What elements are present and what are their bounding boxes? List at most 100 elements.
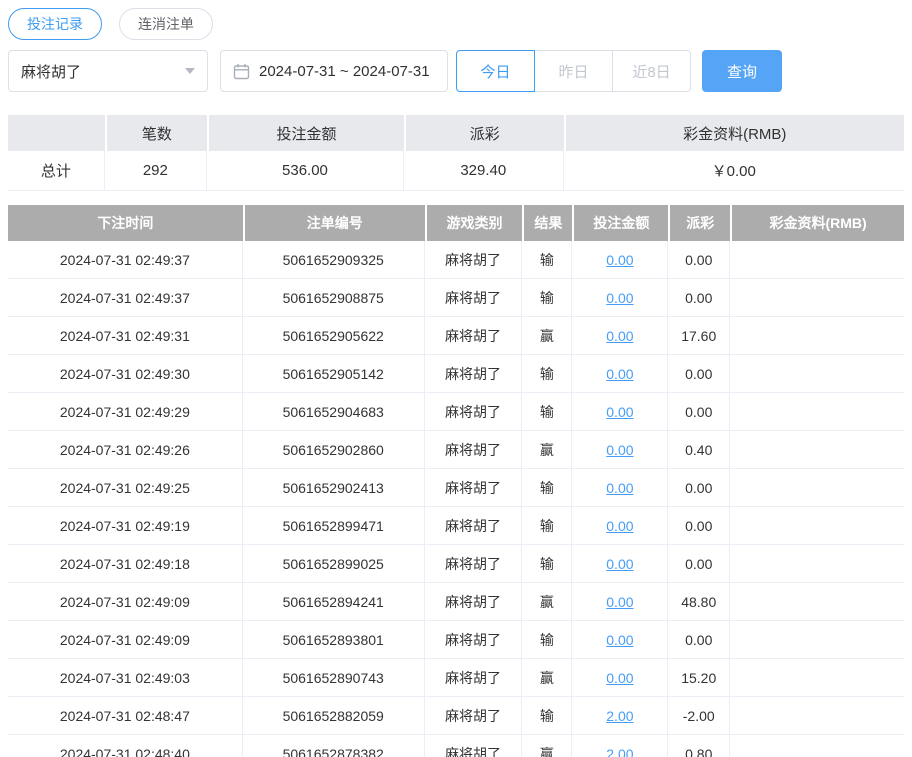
cell-result: 输 (522, 355, 573, 393)
cell-game-type: 麻将胡了 (424, 469, 523, 507)
last-8-days-button[interactable]: 近8日 (612, 50, 691, 92)
cell-result: 赢 (522, 659, 573, 697)
search-button[interactable]: 查询 (702, 50, 782, 92)
summary-total-payout: 329.40 (404, 151, 564, 191)
yesterday-button[interactable]: 昨日 (534, 50, 613, 92)
cell-bonus (730, 355, 904, 393)
cell-result: 输 (522, 507, 573, 545)
cell-payout: 0.40 (668, 431, 731, 469)
cell-bet-time: 2024-07-31 02:49:03 (8, 659, 243, 697)
bet-amount-link[interactable]: 0.00 (606, 290, 633, 306)
bet-amount-link[interactable]: 0.00 (606, 328, 633, 344)
cell-result: 赢 (522, 431, 573, 469)
cell-payout: 0.80 (668, 735, 731, 757)
cell-payout: 0.00 (668, 545, 731, 583)
bet-amount-link[interactable]: 0.00 (606, 442, 633, 458)
bet-table-header-row: 下注时间 注单编号 游戏类别 结果 投注金额 派彩 彩金资料(RMB) (8, 205, 904, 241)
cell-bonus (730, 583, 904, 621)
cell-order-id: 5061652904683 (242, 393, 425, 431)
table-row: 2024-07-31 02:49:29 5061652904683 麻将胡了 输… (8, 393, 904, 431)
header-payout: 派彩 (668, 205, 731, 241)
cell-game-type: 麻将胡了 (424, 659, 523, 697)
cell-bonus (730, 621, 904, 659)
chevron-down-icon (185, 68, 195, 74)
tab-bar: 投注记录 连消注单 (8, 8, 904, 40)
cell-game-type: 麻将胡了 (424, 279, 523, 317)
cell-bonus (730, 659, 904, 697)
cell-bet-time: 2024-07-31 02:49:26 (8, 431, 243, 469)
cell-game-type: 麻将胡了 (424, 355, 523, 393)
table-row: 2024-07-31 02:49:31 5061652905622 麻将胡了 赢… (8, 317, 904, 355)
game-select-value: 麻将胡了 (21, 63, 82, 81)
bet-amount-link[interactable]: 0.00 (606, 670, 633, 686)
summary-header-bonus: 彩金资料(RMB) (563, 115, 904, 151)
cell-bet-amount: 0.00 (572, 507, 669, 545)
cell-order-id: 5061652905622 (242, 317, 425, 355)
cell-payout: 0.00 (668, 355, 731, 393)
cell-bet-amount: 2.00 (572, 735, 669, 757)
summary-total-bonus: ￥0.00 (563, 151, 904, 191)
bet-amount-link[interactable]: 2.00 (606, 708, 633, 724)
cell-bet-time: 2024-07-31 02:48:47 (8, 697, 243, 735)
bet-amount-link[interactable]: 0.00 (606, 632, 633, 648)
bet-amount-link[interactable]: 0.00 (606, 366, 633, 382)
today-button[interactable]: 今日 (456, 50, 535, 92)
cell-bet-time: 2024-07-31 02:49:25 (8, 469, 243, 507)
header-bonus: 彩金资料(RMB) (730, 205, 904, 241)
cell-order-id: 5061652902413 (242, 469, 425, 507)
cell-bet-time: 2024-07-31 02:49:19 (8, 507, 243, 545)
header-order-id: 注单编号 (242, 205, 425, 241)
cell-bet-time: 2024-07-31 02:48:40 (8, 735, 243, 757)
bet-amount-link[interactable]: 0.00 (606, 594, 633, 610)
cell-order-id: 5061652894241 (242, 583, 425, 621)
bet-amount-link[interactable]: 0.00 (606, 556, 633, 572)
cell-result: 输 (522, 545, 573, 583)
summary-table: 笔数 投注金额 派彩 彩金资料(RMB) 总计 292 536.00 329.4… (8, 115, 904, 191)
cell-payout: 0.00 (668, 507, 731, 545)
cell-payout: 0.00 (668, 279, 731, 317)
cell-bet-time: 2024-07-31 02:49:37 (8, 279, 243, 317)
cell-bet-amount: 0.00 (572, 241, 669, 279)
cell-game-type: 麻将胡了 (424, 583, 523, 621)
cell-result: 输 (522, 393, 573, 431)
cell-bet-time: 2024-07-31 02:49:18 (8, 545, 243, 583)
cell-order-id: 5061652890743 (242, 659, 425, 697)
header-game-type: 游戏类别 (424, 205, 523, 241)
table-row: 2024-07-31 02:49:19 5061652899471 麻将胡了 输… (8, 507, 904, 545)
cell-bet-amount: 0.00 (572, 545, 669, 583)
table-row: 2024-07-31 02:49:37 5061652908875 麻将胡了 输… (8, 279, 904, 317)
cell-payout: 15.20 (668, 659, 731, 697)
game-select[interactable]: 麻将胡了 (8, 50, 208, 92)
bet-amount-link[interactable]: 0.00 (606, 404, 633, 420)
cell-bet-time: 2024-07-31 02:49:30 (8, 355, 243, 393)
bet-amount-link[interactable]: 2.00 (606, 746, 633, 757)
calendar-icon (233, 63, 250, 80)
tab-cancelled-orders[interactable]: 连消注单 (119, 8, 213, 40)
cell-game-type: 麻将胡了 (424, 507, 523, 545)
cell-game-type: 麻将胡了 (424, 317, 523, 355)
summary-header-bet-amount: 投注金额 (206, 115, 405, 151)
cell-bet-amount: 0.00 (572, 355, 669, 393)
cell-payout: 0.00 (668, 621, 731, 659)
date-range-picker[interactable]: 2024-07-31 ~ 2024-07-31 (220, 50, 448, 92)
bet-amount-link[interactable]: 0.00 (606, 518, 633, 534)
cell-bet-amount: 0.00 (572, 659, 669, 697)
cell-result: 输 (522, 469, 573, 507)
cell-bonus (730, 697, 904, 735)
cell-order-id: 5061652899471 (242, 507, 425, 545)
cell-payout: 17.60 (668, 317, 731, 355)
cell-bonus (730, 317, 904, 355)
cell-bet-amount: 0.00 (572, 583, 669, 621)
header-result: 结果 (522, 205, 573, 241)
tab-bet-records[interactable]: 投注记录 (8, 8, 102, 40)
table-row: 2024-07-31 02:49:03 5061652890743 麻将胡了 赢… (8, 659, 904, 697)
bet-amount-link[interactable]: 0.00 (606, 480, 633, 496)
date-range-value: 2024-07-31 ~ 2024-07-31 (259, 62, 430, 80)
bet-amount-link[interactable]: 0.00 (606, 252, 633, 268)
bet-records-page: 投注记录 连消注单 麻将胡了 2024-07-31 ~ 2024-07-31 今… (0, 0, 912, 757)
cell-game-type: 麻将胡了 (424, 393, 523, 431)
cell-bet-amount: 0.00 (572, 431, 669, 469)
cell-order-id: 5061652902860 (242, 431, 425, 469)
cell-bonus (730, 241, 904, 279)
cell-order-id: 5061652908875 (242, 279, 425, 317)
